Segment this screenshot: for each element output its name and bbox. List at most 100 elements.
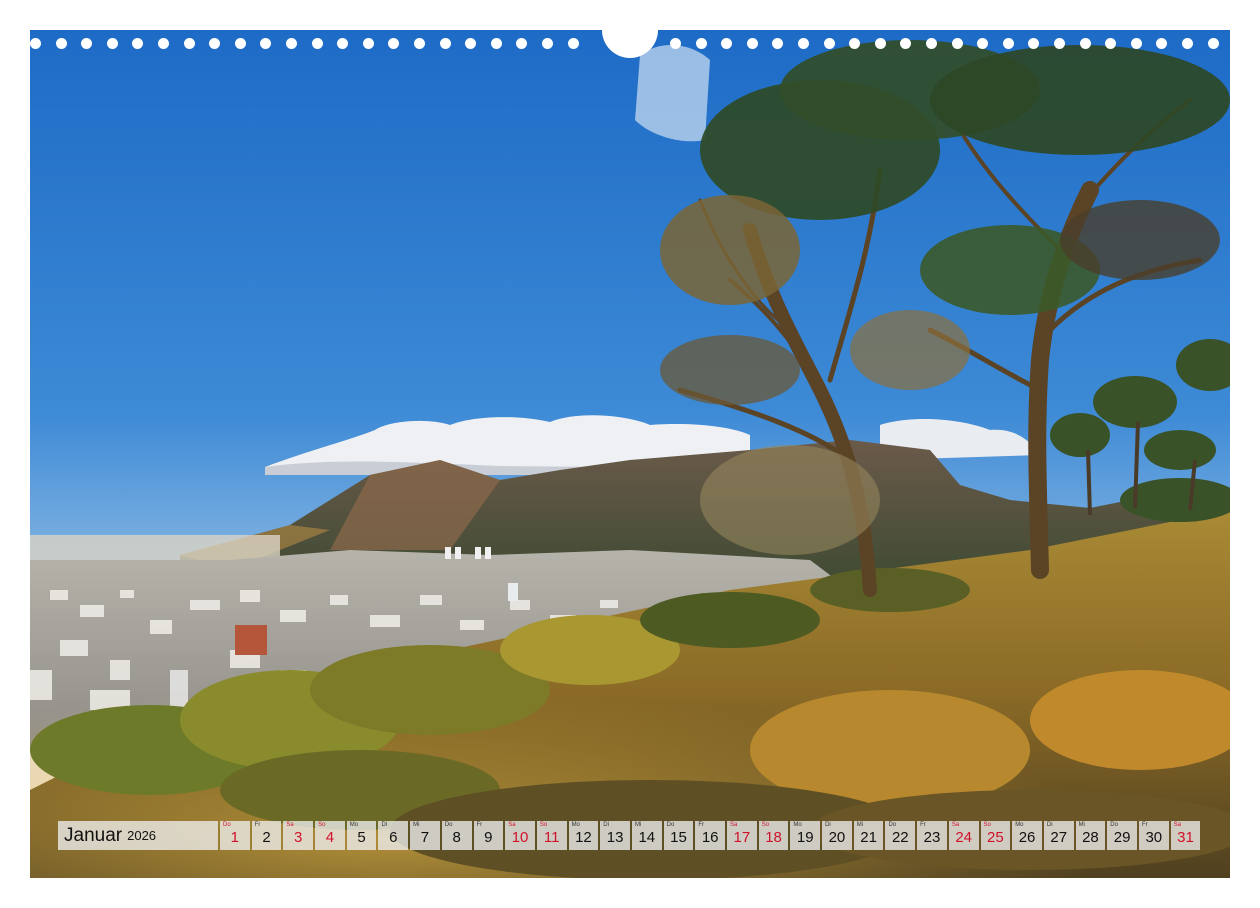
binding-hole [286, 38, 297, 49]
day-cell: Do 8 [441, 821, 472, 850]
binding-hole [567, 38, 579, 49]
day-number: 20 [828, 829, 846, 846]
day-number: 5 [357, 829, 366, 846]
day-cell: Mi 14 [631, 821, 662, 850]
day-number: 25 [987, 829, 1004, 846]
binding-hole [798, 38, 809, 49]
day-number: 21 [860, 829, 877, 846]
day-cell: Mi 7 [410, 821, 440, 850]
weekday-label: Do [223, 822, 231, 828]
binding-hole [337, 38, 349, 49]
day-number: 9 [484, 829, 493, 846]
binding-hole [1207, 38, 1219, 49]
binding-hole [1054, 38, 1065, 49]
day-cells: Do 1 Fr 2 Sa 3 So 4 Mo 5 Di 6 Mi 7 Do 8 Fr 9 Sa 10 So 11 Mo 12 D… [220, 821, 1201, 850]
day-cell: So 25 [980, 821, 1011, 850]
day-cell: Sa 24 [948, 821, 979, 850]
weekday-label: Mo [571, 822, 580, 828]
day-number: 26 [1018, 829, 1036, 846]
binding-hole [849, 38, 861, 49]
binding-hole [746, 38, 758, 49]
calendar-photo [30, 30, 1230, 878]
weekday-label: Mi [856, 822, 864, 828]
day-cell: Fr 9 [473, 821, 504, 850]
binding-hole [132, 38, 144, 49]
day-cell: Mo 26 [1012, 821, 1042, 850]
day-number: 1 [230, 829, 240, 846]
day-cell: Di 27 [1043, 821, 1074, 850]
binding-hole [951, 38, 963, 49]
binding-hole [311, 38, 323, 49]
day-number: 29 [1113, 829, 1131, 846]
day-cell: So 4 [315, 821, 345, 850]
weekday-label: Do [888, 822, 897, 828]
year-label: 2026 [127, 828, 157, 843]
binding-hole [977, 38, 989, 49]
weekday-label: Fr [1141, 822, 1148, 828]
day-cell: Fr 23 [917, 821, 947, 850]
weekday-label: Sa [951, 822, 960, 828]
binding-hole [234, 38, 246, 49]
weekday-label: Di [603, 822, 609, 828]
day-number: 2 [262, 829, 271, 846]
binding-hole [388, 38, 400, 49]
day-cell: Mo 5 [346, 821, 377, 850]
day-cell: Sa 10 [505, 821, 535, 850]
day-number: 16 [701, 829, 719, 846]
day-number: 18 [765, 829, 782, 846]
month-label: Januar 2026 [58, 821, 218, 850]
day-number: 23 [923, 829, 941, 846]
binding-hole [516, 38, 528, 49]
weekday-label: Mo [1015, 822, 1024, 828]
month-name: Januar [64, 824, 123, 846]
weekday-label: Fr [920, 822, 926, 828]
day-cell: Di 6 [378, 821, 409, 850]
binding-hole [670, 38, 681, 49]
day-cell: So 18 [758, 821, 789, 850]
day-number: 11 [543, 829, 560, 846]
binding-hole [183, 38, 195, 49]
day-number: 31 [1177, 829, 1194, 846]
weekday-label: Do [444, 822, 453, 828]
landscape-illustration [30, 30, 1230, 878]
day-number: 24 [955, 829, 972, 846]
day-cell: Do 22 [885, 821, 916, 850]
day-number: 13 [606, 829, 624, 846]
binding-hole [260, 38, 272, 49]
binding-hole [362, 38, 374, 49]
day-cell: Sa 17 [727, 821, 757, 850]
binding-hole [1105, 38, 1117, 49]
day-cell: So 11 [536, 821, 567, 850]
weekday-label: Mi [413, 822, 420, 828]
day-cell: Fr 16 [695, 821, 725, 850]
binding-hole [30, 38, 41, 49]
weekday-label: So [761, 822, 770, 828]
weekday-label: Fr [698, 822, 704, 828]
binding-hole [542, 38, 553, 49]
weekday-label: So [539, 822, 548, 828]
binding-hole [926, 38, 937, 49]
day-number: 19 [796, 829, 814, 846]
day-number: 15 [670, 829, 687, 846]
day-cell: Mo 19 [790, 821, 821, 850]
day-cell: Do 29 [1107, 821, 1137, 850]
day-number: 12 [575, 829, 592, 846]
weekday-label: Sa [730, 822, 738, 828]
weekday-label: Sa [286, 822, 294, 828]
binding-hole [81, 38, 93, 49]
day-number: 7 [420, 829, 430, 846]
binding-hole [772, 38, 784, 49]
binding-hole [55, 38, 67, 49]
weekday-label: So [983, 822, 991, 828]
weekday-label: So [318, 822, 326, 828]
day-number: 22 [891, 829, 909, 846]
weekday-label: Sa [508, 822, 516, 828]
binding-hole [1028, 38, 1040, 49]
weekday-label: Di [825, 822, 831, 828]
day-cell: Do 15 [663, 821, 694, 850]
binding-hole [106, 38, 118, 49]
day-cell: Sa 3 [283, 821, 314, 850]
day-cell: Mo 12 [568, 821, 599, 850]
weekday-label: Sa [1173, 822, 1181, 828]
day-number: 4 [325, 829, 335, 846]
